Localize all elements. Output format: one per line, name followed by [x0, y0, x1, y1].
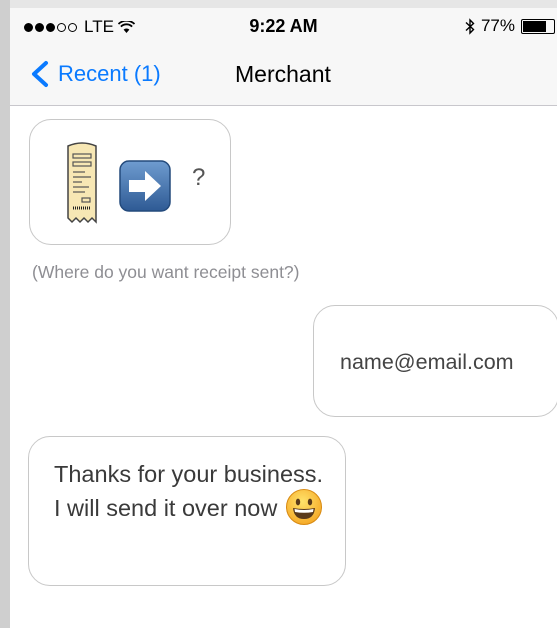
- message-caption: (Where do you want receipt sent?): [32, 262, 300, 282]
- chevron-left-icon: [32, 61, 48, 87]
- status-bar: LTE 9:22 AM 77%: [10, 8, 557, 42]
- message-bubble-icons: ?: [29, 119, 231, 245]
- frame-top-edge: [0, 0, 557, 8]
- battery-icon: [521, 18, 555, 34]
- email-reply-text: name@email.com: [340, 350, 514, 374]
- status-right: 77%: [465, 16, 555, 36]
- page-title: Merchant: [235, 61, 331, 87]
- back-button[interactable]: Recent (1): [28, 60, 161, 88]
- phone-screen: LTE 9:22 AM 77% Recent (1) Merchant ? (W…: [10, 8, 557, 628]
- right-arrow-icon: [119, 160, 171, 212]
- battery-level: [523, 20, 547, 32]
- grinning-face-icon: [286, 489, 323, 525]
- thanks-message-text: Thanks for your business. I will send it…: [54, 461, 324, 522]
- message-bubble-thanks: Thanks for your business. I will send it…: [28, 436, 346, 586]
- thanks-message: Thanks for your business. I will send it…: [54, 457, 334, 529]
- navigation-bar: Recent (1) Merchant: [10, 42, 557, 106]
- message-bubble-email: name@email.com: [313, 305, 557, 417]
- back-button-label: Recent (1): [58, 61, 161, 86]
- frame-left-edge: [0, 0, 10, 628]
- question-mark: ?: [192, 164, 206, 191]
- battery-percent: 77%: [480, 16, 515, 35]
- bluetooth-icon: [465, 17, 475, 35]
- receipt-icon: [67, 142, 97, 224]
